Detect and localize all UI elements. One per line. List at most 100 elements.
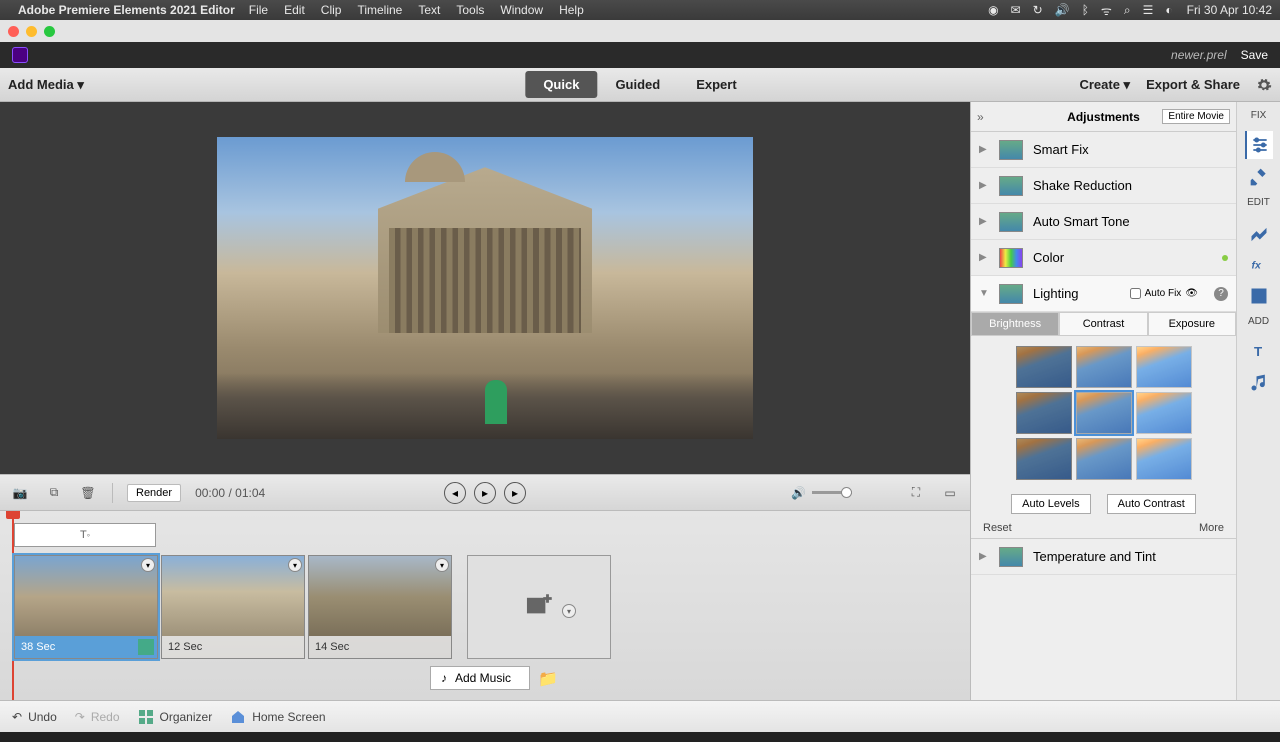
search-icon[interactable]: ⌕ xyxy=(1124,3,1131,18)
timeline[interactable]: T◦ ▾ 38 Sec ▾ 12 Sec ▾ 14 Sec xyxy=(0,510,970,700)
home-button[interactable]: Home Screen xyxy=(230,709,325,725)
titles-icon[interactable]: T xyxy=(1245,337,1273,365)
clip-3[interactable]: ▾ 14 Sec xyxy=(308,555,452,659)
adj-autotone[interactable]: ▶ Auto Smart Tone xyxy=(971,204,1236,240)
minimize-button[interactable] xyxy=(26,26,37,37)
close-button[interactable] xyxy=(8,26,19,37)
safe-margins-icon[interactable]: ▭ xyxy=(940,483,960,503)
fx-icon[interactable]: fx xyxy=(1245,250,1273,278)
tools-icon[interactable] xyxy=(1245,163,1273,191)
clip-2[interactable]: ▾ 12 Sec xyxy=(161,555,305,659)
delete-icon[interactable]: 🗑 xyxy=(78,483,98,503)
reset-link[interactable]: Reset xyxy=(983,522,1012,534)
mac-menubar: Adobe Premiere Elements 2021 Editor File… xyxy=(0,0,1280,20)
reset-more-row: Reset More xyxy=(971,518,1236,539)
adjustments-title: Adjustments xyxy=(1067,110,1140,124)
fullscreen-icon[interactable]: ⛶ xyxy=(906,483,926,503)
preset-6[interactable] xyxy=(1136,392,1192,434)
title-track[interactable]: T◦ xyxy=(14,523,156,547)
adj-shake[interactable]: ▶ Shake Reduction xyxy=(971,168,1236,204)
preset-5[interactable] xyxy=(1076,392,1132,434)
menu-help[interactable]: Help xyxy=(559,3,584,17)
play-button[interactable]: ▸ xyxy=(474,482,496,504)
preset-1[interactable] xyxy=(1016,346,1072,388)
menu-clip[interactable]: Clip xyxy=(321,3,342,17)
prev-frame-button[interactable]: ◂ xyxy=(444,482,466,504)
add-music-button[interactable]: ♪ Add Music xyxy=(430,666,530,690)
clip-menu-icon[interactable]: ▾ xyxy=(288,558,302,572)
playback-bar: 📷 ⧉ 🗑 Render 00:00 / 01:04 ◂ ▸ ▸ 🔊 ⛶ ▭ xyxy=(0,474,970,510)
chevron-down-icon: ▼ xyxy=(979,288,989,299)
clip-menu-icon[interactable]: ▾ xyxy=(435,558,449,572)
menu-file[interactable]: File xyxy=(249,3,268,17)
more-link[interactable]: More xyxy=(1199,522,1224,534)
preset-2[interactable] xyxy=(1076,346,1132,388)
clip-menu-icon[interactable]: ▾ xyxy=(141,558,155,572)
adjustments-icon[interactable] xyxy=(1245,131,1273,159)
menu-edit[interactable]: Edit xyxy=(284,3,305,17)
auto-contrast-button[interactable]: Auto Contrast xyxy=(1107,494,1196,514)
tab-quick[interactable]: Quick xyxy=(525,71,597,98)
app-name: Adobe Premiere Elements 2021 Editor xyxy=(18,3,235,17)
add-clip-dropdown-icon[interactable]: ▾ xyxy=(562,604,576,618)
eye-icon[interactable]: 👁 xyxy=(1185,288,1198,299)
preset-4[interactable] xyxy=(1016,392,1072,434)
chat-icon[interactable]: ✉ xyxy=(1011,3,1021,17)
effects-icon[interactable] xyxy=(1245,218,1273,246)
volume-icon[interactable]: 🔊 xyxy=(1055,3,1070,17)
datetime[interactable]: Fri 30 Apr 10:42 xyxy=(1187,3,1272,17)
preset-9[interactable] xyxy=(1136,438,1192,480)
subtab-contrast[interactable]: Contrast xyxy=(1059,312,1147,336)
collapse-panel-icon[interactable]: » xyxy=(977,110,984,124)
render-button[interactable]: Render xyxy=(127,484,181,502)
subtab-brightness[interactable]: Brightness xyxy=(971,312,1059,336)
subtab-exposure[interactable]: Exposure xyxy=(1148,312,1236,336)
help-icon[interactable]: ? xyxy=(1214,287,1228,301)
menu-timeline[interactable]: Timeline xyxy=(357,3,402,17)
menu-tools[interactable]: Tools xyxy=(456,3,484,17)
control-center-icon[interactable]: ☰ xyxy=(1143,3,1154,17)
adj-smartfix[interactable]: ▶ Smart Fix xyxy=(971,132,1236,168)
snapshot-icon[interactable]: 📷 xyxy=(10,483,30,503)
adj-lighting[interactable]: ▼ Lighting Auto Fix 👁 ? xyxy=(971,276,1236,312)
settings-icon[interactable] xyxy=(1256,77,1272,93)
clip-fx-icon[interactable] xyxy=(138,639,154,655)
maximize-button[interactable] xyxy=(44,26,55,37)
menu-window[interactable]: Window xyxy=(500,3,543,17)
preview-video[interactable] xyxy=(217,137,753,439)
user-icon[interactable]: ◐ xyxy=(1165,3,1172,17)
adj-temperature[interactable]: ▶ Temperature and Tint xyxy=(971,539,1236,575)
preset-8[interactable] xyxy=(1076,438,1132,480)
add-media-button[interactable]: Add Media ▾ xyxy=(8,77,84,93)
wifi-icon[interactable]: ᯤ xyxy=(1101,2,1112,19)
preset-7[interactable] xyxy=(1016,438,1072,480)
transitions-icon[interactable] xyxy=(1245,282,1273,310)
volume-icon[interactable]: 🔊 xyxy=(791,486,806,500)
undo-button[interactable]: ↶ Undo xyxy=(12,710,57,724)
split-clip-icon[interactable]: ⧉ xyxy=(44,483,64,503)
menu-text[interactable]: Text xyxy=(418,3,440,17)
add-clip-button[interactable]: ▾ xyxy=(467,555,611,659)
clip-1[interactable]: ▾ 38 Sec xyxy=(14,555,158,659)
tab-guided[interactable]: Guided xyxy=(597,71,678,98)
autofix-checkbox[interactable] xyxy=(1130,288,1141,299)
music-folder-icon[interactable]: 📁 xyxy=(538,669,556,687)
chevron-right-icon: ▶ xyxy=(979,216,989,227)
auto-levels-button[interactable]: Auto Levels xyxy=(1011,494,1090,514)
redo-button[interactable]: ↷ Redo xyxy=(75,710,120,724)
adj-color[interactable]: ▶ Color xyxy=(971,240,1236,276)
save-button[interactable]: Save xyxy=(1241,48,1268,62)
bluetooth-icon[interactable]: ᛒ xyxy=(1082,3,1089,17)
next-frame-button[interactable]: ▸ xyxy=(504,482,526,504)
tab-expert[interactable]: Expert xyxy=(678,71,754,98)
clock-icon[interactable]: ↻ xyxy=(1033,3,1043,17)
export-button[interactable]: Export & Share xyxy=(1146,77,1240,92)
left-area: 📷 ⧉ 🗑 Render 00:00 / 01:04 ◂ ▸ ▸ 🔊 ⛶ ▭ xyxy=(0,102,970,700)
preset-3[interactable] xyxy=(1136,346,1192,388)
create-button[interactable]: Create ▾ xyxy=(1079,77,1130,93)
volume-slider[interactable] xyxy=(812,491,852,494)
status-icon[interactable]: ◉ xyxy=(988,3,998,17)
organizer-button[interactable]: Organizer xyxy=(138,709,213,725)
entire-movie-button[interactable]: Entire Movie xyxy=(1162,109,1230,124)
music-icon[interactable] xyxy=(1245,369,1273,397)
